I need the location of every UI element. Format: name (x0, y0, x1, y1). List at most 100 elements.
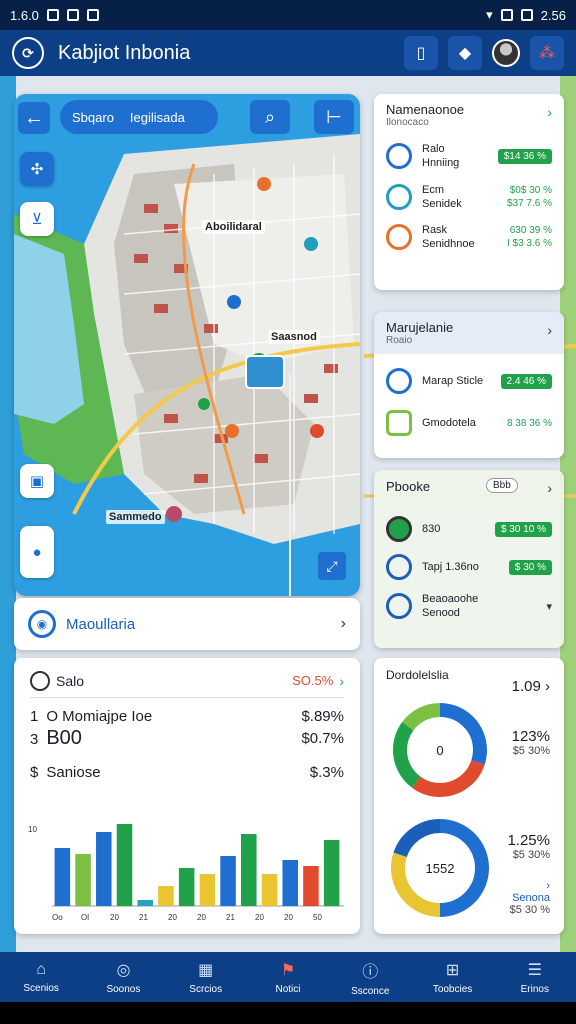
stat-row: 3 B00 $0.7% (30, 727, 344, 750)
location-icon: ◉ (28, 610, 56, 638)
nav-panel-title: Namenaonoe (386, 102, 465, 117)
zoom-control[interactable]: ● (20, 526, 54, 578)
status-icon (46, 9, 59, 21)
nav-item-home[interactable]: ⌂ Scenios (0, 952, 82, 1002)
nav-item-calendar[interactable]: ▦ Scrcios (165, 952, 247, 1002)
list-item[interactable]: Gmodotela 8 38 36 % (374, 400, 564, 442)
search-primary-text: Sbqaro (72, 109, 114, 125)
stats-header[interactable]: Salo SO.5% › (30, 670, 344, 698)
status-time-left: 1.6.0 (10, 7, 39, 23)
item-value-badge: $ 30 % (508, 559, 552, 575)
places-panel-header[interactable]: Pbooke Bbb › (374, 470, 564, 504)
ring-icon (386, 224, 412, 251)
menu-button[interactable]: ⊢ (314, 100, 354, 134)
x-tick-label: 20 (197, 913, 206, 922)
bar (158, 886, 174, 906)
list-item[interactable]: Marap Sticle 2.4 46 % (374, 354, 564, 400)
nav-panel-header[interactable]: Namenaonoe Ilonocaco › (374, 94, 564, 136)
bar (137, 900, 153, 906)
metrics-panel-title: Marujelanie (386, 320, 454, 335)
donut1-percent: 123% $5 30% (512, 728, 550, 757)
donut2-center-label: 1552 (426, 861, 455, 876)
avatar[interactable] (492, 39, 520, 67)
nav-label: Scrcios (189, 983, 223, 995)
map-canvas[interactable] (14, 94, 360, 596)
list-item[interactable]: 830 $ 30 10 % (374, 504, 564, 548)
calendar-icon: ▦ (198, 961, 214, 979)
stats-header-value: SO.5% (292, 673, 334, 688)
stat-prefix: $ (30, 764, 39, 781)
nav-item-explore[interactable]: ◎ Soonos (82, 952, 164, 1002)
donut-footer[interactable]: › Senona $5 30 % (510, 880, 550, 916)
x-tick-label: 20 (110, 913, 119, 922)
x-tick-label: 21 (139, 913, 148, 922)
nav-label: Ssconce (351, 985, 390, 997)
info-icon: ⓘ (362, 963, 379, 981)
stat-prefix: 3 (30, 731, 39, 748)
item-value: 8 38 36 % (506, 417, 552, 429)
x-tick-label: 20 (284, 913, 293, 922)
bar (261, 874, 278, 906)
layout-button[interactable]: ▯ (404, 36, 438, 70)
x-tick-label: 20 (168, 913, 177, 922)
back-button[interactable]: ← (18, 102, 50, 134)
stat-value: $0.7% (301, 730, 344, 747)
stat-prefix: 1 (30, 708, 39, 725)
nav-item-tools[interactable]: ⊞ Toobcies (411, 952, 493, 1002)
list-item[interactable]: Ralo Hnniing $14 36 % (374, 136, 564, 177)
menu-icon: ☰ (527, 961, 542, 979)
settings-button[interactable]: ⁂ (530, 36, 564, 70)
status-icon (86, 9, 99, 21)
donut-panel: Dordolelslia 1.09 › 0 1552 123% $5 30% 1.2… (374, 658, 564, 934)
search-button[interactable]: ⌕ (250, 100, 290, 134)
camera-button[interactable]: ▣ (20, 464, 54, 498)
places-panel: Pbooke Bbb › 830 $ 30 10 % Tapj 1.36no $… (374, 470, 564, 648)
nav-label: Erinos (520, 983, 549, 995)
stat-label: B00 (46, 727, 82, 749)
x-tick-label: Ol (81, 913, 89, 922)
list-item[interactable]: Ecm Senidek $0$ 30 % $37 7.6 % (374, 177, 564, 218)
app-bar: ⟳ Kabjiot Inbonia ▯ ◆ ⁂ (0, 30, 576, 76)
nav-item-info[interactable]: ⓘ Ssconce (329, 952, 411, 1002)
chevron-down-icon[interactable]: ▾ (546, 600, 552, 613)
filter-button[interactable]: ⊻ (20, 202, 54, 236)
signal-icon (500, 9, 513, 21)
y-tick-label: 10 (28, 825, 37, 834)
bar (220, 856, 236, 906)
chevron-right-icon: › (339, 672, 344, 689)
search-secondary-text: Iegilisada (129, 109, 185, 125)
metrics-panel-header[interactable]: Marujelanie Roaio › (374, 312, 564, 354)
bar (241, 834, 257, 906)
footer-value: $5 30 % (509, 904, 550, 916)
item-label: 830 (422, 523, 441, 535)
nav-item-notices[interactable]: ⚑ Notici (247, 952, 329, 1002)
system-bar (0, 1002, 576, 1024)
bar (54, 848, 71, 906)
expand-button[interactable]: ⤢ (318, 552, 346, 580)
map-panel[interactable]: ← Sbqaro Iegilisada ⌕ ⊢ ✣ ⊻ ▣ ● Aboilida… (14, 94, 360, 596)
stat-row: $ Saniose $.3% (30, 764, 344, 781)
item-label: Senidek (422, 197, 462, 210)
nav-label: Scenios (23, 982, 59, 994)
bar (116, 824, 133, 906)
list-item[interactable]: Rask Senidhnoe 630 39 % I $3 3.6 % (374, 217, 564, 258)
item-label: Beaoaoohe (422, 593, 479, 605)
battery-icon (520, 9, 533, 21)
location-card[interactable]: ◉ Maoullaria › (14, 598, 360, 650)
bar (199, 874, 216, 906)
stat-value: $.89% (301, 708, 344, 725)
donut2-sub: $5 30% (512, 849, 550, 861)
tools-button[interactable]: ✣ (20, 152, 54, 186)
flag-icon: ⚑ (280, 961, 296, 979)
stats-header-label: Salo (56, 672, 85, 689)
search-bar[interactable]: Sbqaro Iegilisada (60, 100, 218, 134)
chevron-right-icon: › (546, 880, 550, 892)
layers-button[interactable]: ◆ (448, 36, 482, 70)
nav-item-menu[interactable]: ☰ Erinos (494, 952, 576, 1002)
list-item[interactable]: Tapj 1.36no $ 30 % (374, 548, 564, 586)
status-icon (66, 9, 79, 21)
item-label: Senidhnoe (422, 238, 475, 251)
x-tick-label: 50 (313, 913, 322, 922)
list-item[interactable]: Beaoaoohe Senood ▾ (374, 586, 564, 627)
bar (282, 860, 298, 906)
